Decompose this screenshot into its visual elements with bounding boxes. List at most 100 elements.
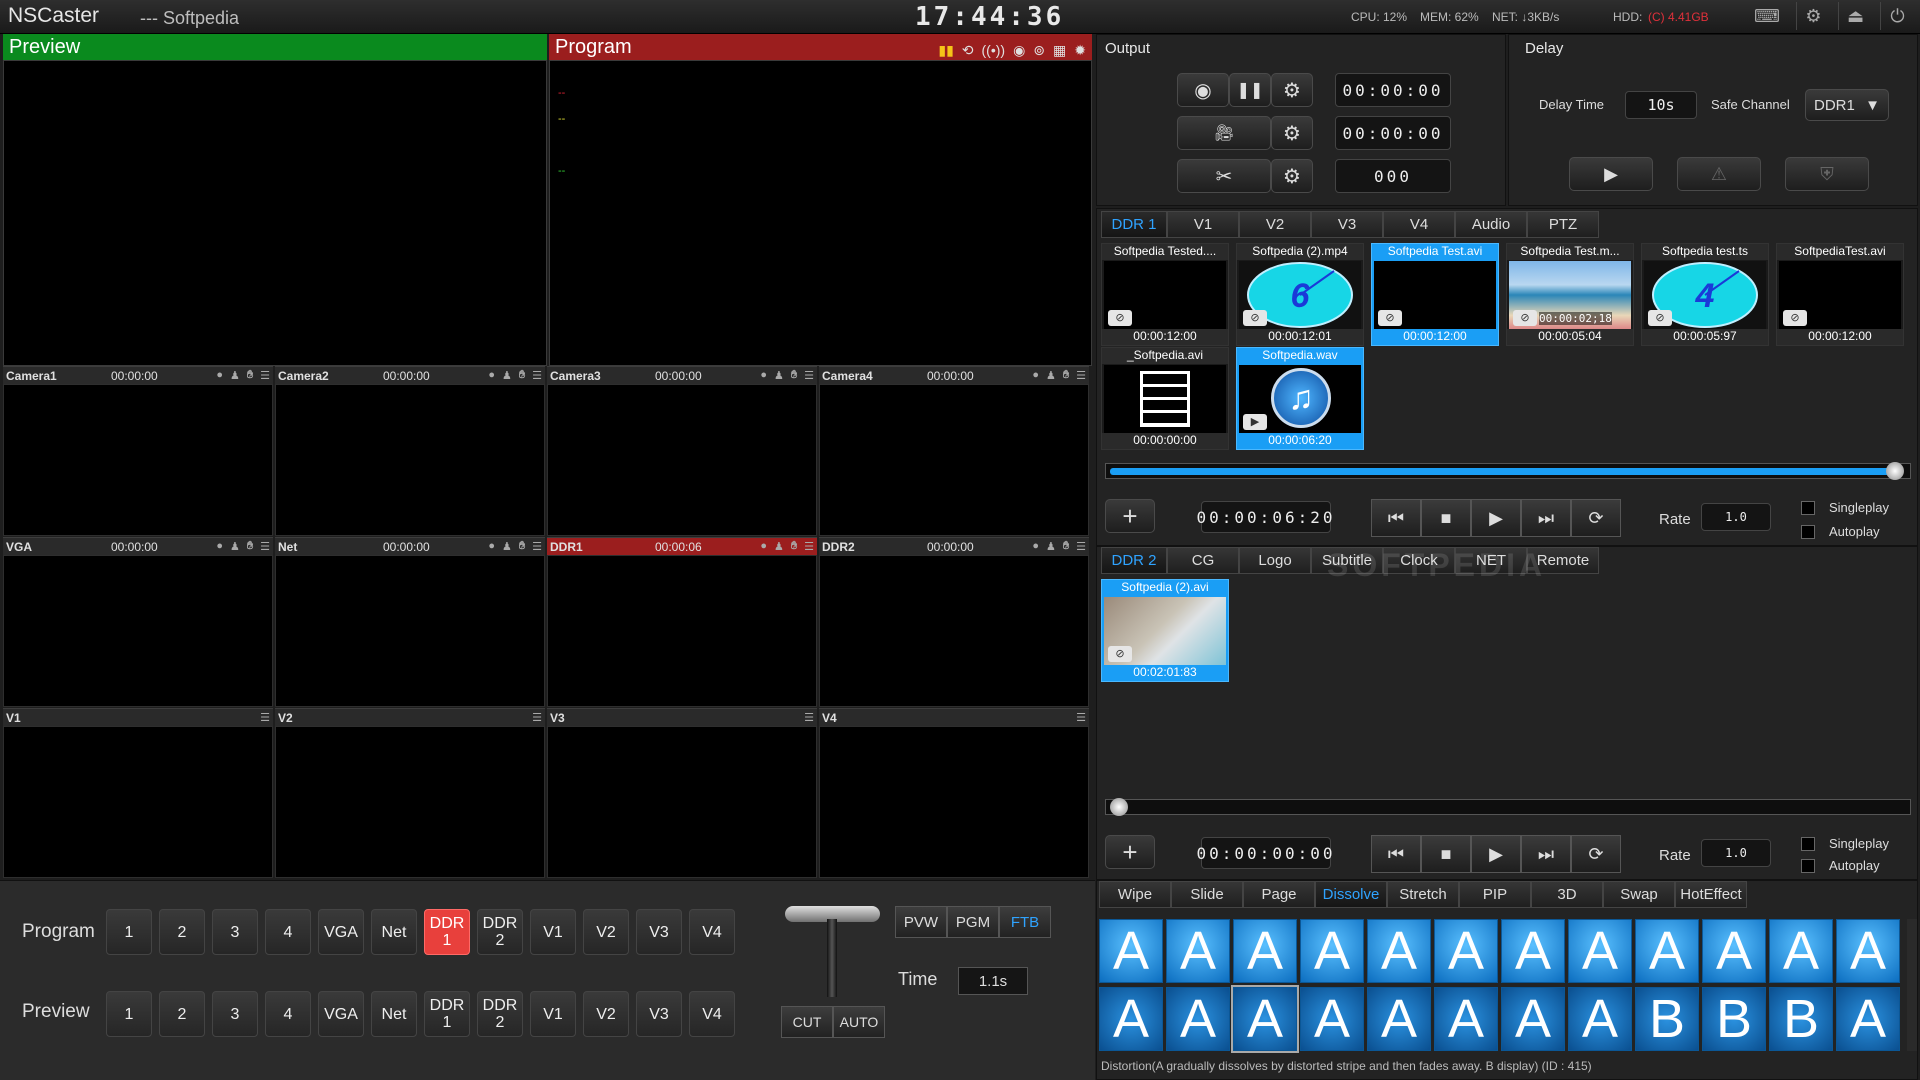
monitor-v3[interactable]: V3 ☰ — [547, 708, 817, 878]
playlist-clip[interactable]: SoftpediaTest.avi ⊘ 00:00:12:00 — [1776, 243, 1904, 346]
effect-tile[interactable]: B — [1635, 986, 1699, 1051]
menu-icon[interactable]: ☰ — [804, 711, 814, 724]
tab-v2[interactable]: V2 — [1239, 211, 1311, 238]
playlist-clip[interactable]: Softpedia Test.m... 00:00:02;18 ⊘ 00:00:05:… — [1506, 243, 1634, 346]
monitor-ddr2[interactable]: DDR2 00:00:00 ● ♟ ✋︎ ☰ — [819, 537, 1089, 707]
program-net-button[interactable]: Net — [371, 909, 417, 955]
ddr1-next-button[interactable]: ⏭ — [1521, 499, 1571, 537]
hand-icon[interactable]: ✋︎ — [791, 369, 797, 382]
preview-3-button[interactable]: 3 — [212, 991, 258, 1037]
person-icon[interactable]: ♟ — [1046, 369, 1056, 382]
menu-icon[interactable]: ☰ — [532, 540, 542, 553]
tab-slide[interactable]: Slide — [1171, 881, 1243, 908]
preview-net-button[interactable]: Net — [371, 991, 417, 1037]
ddr1-progress-knob[interactable] — [1886, 462, 1904, 480]
program-monitor[interactable]: -- -- -- — [549, 60, 1092, 366]
power-icon[interactable]: ⏻ — [1880, 2, 1914, 30]
delay-warning-button[interactable]: ⚠ — [1677, 157, 1761, 191]
effect-tile[interactable]: A — [1367, 919, 1431, 983]
program-v1-button[interactable]: V1 — [530, 909, 576, 955]
ddr2-prev-button[interactable]: ⏮ — [1371, 835, 1421, 873]
person-icon[interactable]: ♟ — [774, 369, 784, 382]
menu-icon[interactable]: ☰ — [1076, 540, 1086, 553]
pgm-button[interactable]: PGM — [947, 906, 999, 938]
menu-icon[interactable]: ☰ — [1076, 369, 1086, 382]
effect-tile[interactable]: A — [1300, 986, 1364, 1051]
effect-tile[interactable]: A — [1233, 919, 1297, 983]
cut-button[interactable]: CUT — [781, 1006, 833, 1038]
monitor-net[interactable]: Net 00:00:00 ● ♟ ✋︎ ☰ — [275, 537, 545, 707]
person-icon[interactable]: ♟ — [230, 369, 240, 382]
preview-ddr-1-button[interactable]: DDR 1 — [424, 991, 470, 1037]
playlist-clip[interactable]: Softpedia (2).mp4 6 ⊘ 00:00:12:01 — [1236, 243, 1364, 346]
effect-tile[interactable]: A — [1702, 919, 1766, 983]
playlist-clip[interactable]: Softpedia test.ts 4 ⊘ 00:00:05:97 — [1641, 243, 1769, 346]
menu-icon[interactable]: ☰ — [804, 369, 814, 382]
dot-icon[interactable]: ● — [488, 540, 495, 553]
tab-logo[interactable]: Logo — [1239, 547, 1311, 574]
ddr1-play-button[interactable]: ▶ — [1471, 499, 1521, 537]
dot-icon[interactable]: ● — [1032, 369, 1039, 382]
playlist-clip[interactable]: Softpedia Tested.... ⊘ 00:00:12:00 — [1101, 243, 1229, 346]
settings-gear-icon[interactable]: ⚙ — [1796, 2, 1830, 30]
person-icon[interactable]: ♟ — [502, 369, 512, 382]
ddr2-play-button[interactable]: ▶ — [1471, 835, 1521, 873]
ddr2-add-button[interactable]: + — [1105, 835, 1155, 869]
effect-tile[interactable]: A — [1300, 919, 1364, 983]
ddr2-clip[interactable]: Softpedia (2).avi ⊘ 00:02:01:83 — [1101, 579, 1229, 682]
monitor-v4[interactable]: V4 ☰ — [819, 708, 1089, 878]
effect-tile[interactable]: B — [1769, 986, 1833, 1051]
preview-monitor[interactable] — [3, 60, 547, 366]
delay-time-field[interactable]: 10s — [1625, 91, 1697, 119]
preview-v3-button[interactable]: V3 — [636, 991, 682, 1037]
effect-tile[interactable]: A — [1166, 986, 1230, 1051]
effect-tile[interactable]: A — [1099, 919, 1163, 983]
monitor-camera2[interactable]: Camera2 00:00:00 ● ♟ ✋︎ ☰ — [275, 366, 545, 536]
keyboard-icon[interactable]: ⌨ — [1750, 2, 1784, 30]
monitor-vga[interactable]: VGA 00:00:00 ● ♟ ✋︎ ☰ — [3, 537, 273, 707]
program-3-button[interactable]: 3 — [212, 909, 258, 955]
menu-icon[interactable]: ☰ — [532, 369, 542, 382]
ddr1-stop-button[interactable]: ■ — [1421, 499, 1471, 537]
effect-tile[interactable]: B — [1702, 986, 1766, 1051]
program-v2-button[interactable]: V2 — [583, 909, 629, 955]
person-icon[interactable]: ♟ — [774, 540, 784, 553]
person-icon[interactable]: ♟ — [502, 540, 512, 553]
delay-play-button[interactable]: ▶ — [1569, 157, 1653, 191]
hand-icon[interactable]: ✋︎ — [519, 540, 525, 553]
tab-page[interactable]: Page — [1243, 881, 1315, 908]
tab-stretch[interactable]: Stretch — [1387, 881, 1459, 908]
record-settings-button[interactable]: ⚙ — [1271, 73, 1313, 107]
ddr1-singleplay-checkbox[interactable] — [1801, 501, 1815, 515]
ddr2-stop-button[interactable]: ■ — [1421, 835, 1471, 873]
tab-audio[interactable]: Audio — [1455, 211, 1527, 238]
hand-icon[interactable]: ✋︎ — [1063, 540, 1069, 553]
ddr1-progress-track[interactable] — [1105, 462, 1911, 480]
tab-swap[interactable]: Swap — [1603, 881, 1675, 908]
preview-1-button[interactable]: 1 — [106, 991, 152, 1037]
program-ddr-2-button[interactable]: DDR 2 — [477, 909, 523, 955]
dot-icon[interactable]: ● — [488, 369, 495, 382]
clip-button[interactable]: ✂ — [1177, 159, 1271, 193]
program-4-button[interactable]: 4 — [265, 909, 311, 955]
playlist-clip[interactable]: _Softpedia.avi 00:00:00:00 — [1101, 347, 1229, 450]
preview-4-button[interactable]: 4 — [265, 991, 311, 1037]
preview-v2-button[interactable]: V2 — [583, 991, 629, 1037]
tab-v3[interactable]: V3 — [1311, 211, 1383, 238]
ddr2-progress-knob[interactable] — [1110, 798, 1128, 816]
monitor-v2[interactable]: V2 ☰ — [275, 708, 545, 878]
monitor-camera3[interactable]: Camera3 00:00:00 ● ♟ ✋︎ ☰ — [547, 366, 817, 536]
person-icon[interactable]: ♟ — [230, 540, 240, 553]
effect-tile[interactable]: A — [1434, 919, 1498, 983]
effect-tile[interactable]: A — [1568, 919, 1632, 983]
playlist-clip[interactable]: Softpedia Test.avi ⊘ 00:00:12:00 — [1371, 243, 1499, 346]
dot-icon[interactable]: ● — [216, 369, 223, 382]
menu-icon[interactable]: ☰ — [260, 711, 270, 724]
tab-cg[interactable]: CG — [1167, 547, 1239, 574]
tab-wipe[interactable]: Wipe — [1099, 881, 1171, 908]
hand-icon[interactable]: ✋︎ — [247, 369, 253, 382]
program-1-button[interactable]: 1 — [106, 909, 152, 955]
preview-2-button[interactable]: 2 — [159, 991, 205, 1037]
effect-tile[interactable]: A — [1501, 986, 1565, 1051]
menu-icon[interactable]: ☰ — [260, 540, 270, 553]
